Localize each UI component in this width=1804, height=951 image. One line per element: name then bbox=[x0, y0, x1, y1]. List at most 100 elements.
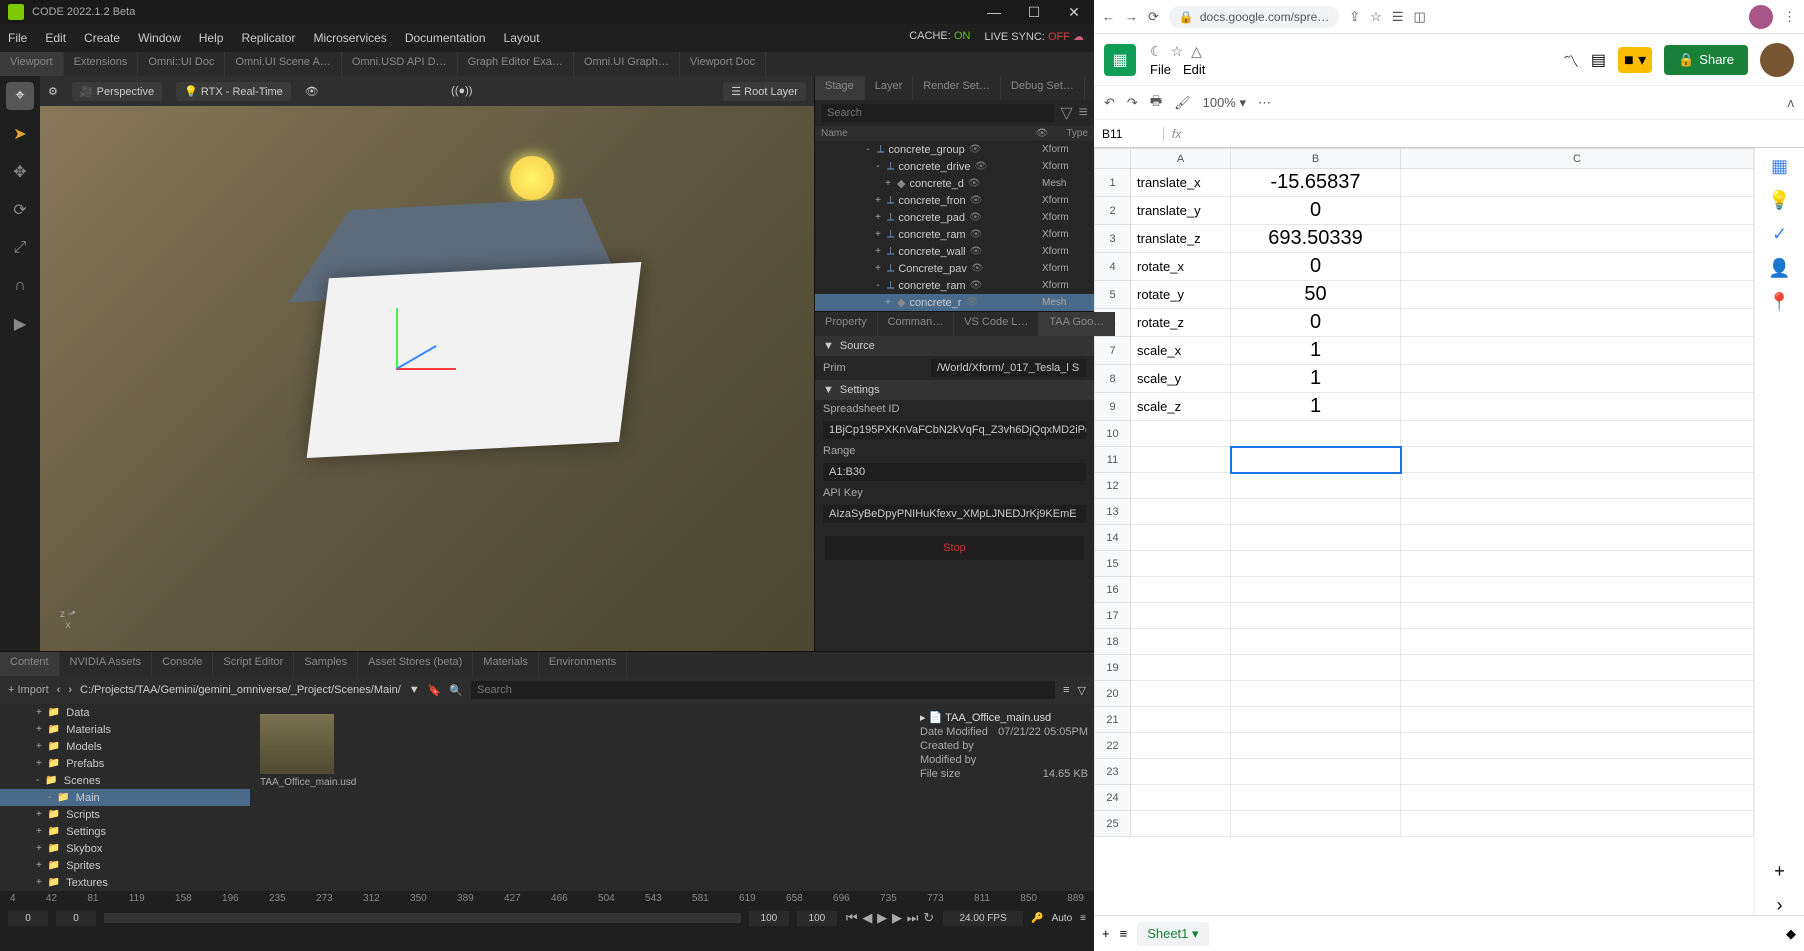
stage-node[interactable]: +◆concrete_d👁Mesh bbox=[815, 175, 1094, 192]
cell[interactable] bbox=[1401, 681, 1754, 707]
folder-node[interactable]: -📁Main bbox=[0, 789, 250, 806]
row-header[interactable]: 5 bbox=[1095, 281, 1131, 309]
menu-microservices[interactable]: Microservices bbox=[313, 31, 386, 45]
row-header[interactable]: 23 bbox=[1095, 759, 1131, 785]
loop-icon[interactable]: ↻ bbox=[923, 910, 934, 925]
redo-icon[interactable]: ↷ bbox=[1127, 95, 1138, 111]
cell[interactable] bbox=[1131, 629, 1231, 655]
tab-environments[interactable]: Environments bbox=[539, 652, 627, 676]
star-icon[interactable]: ☆ bbox=[1370, 9, 1382, 25]
cell[interactable] bbox=[1131, 759, 1231, 785]
cell[interactable] bbox=[1231, 629, 1401, 655]
cell[interactable] bbox=[1401, 253, 1754, 281]
cell[interactable]: 50 bbox=[1231, 281, 1401, 309]
settings-section[interactable]: ▼ Settings bbox=[815, 380, 1094, 400]
explore-icon[interactable]: 〽 bbox=[1563, 48, 1579, 72]
select-tool-icon[interactable]: ⌖ bbox=[6, 82, 34, 110]
collapse-toolbar-icon[interactable]: ʌ bbox=[1788, 95, 1795, 110]
cell[interactable] bbox=[1231, 525, 1401, 551]
cell[interactable]: translate_y bbox=[1131, 197, 1231, 225]
folder-node[interactable]: +📁Scripts bbox=[0, 806, 250, 823]
cell[interactable]: scale_z bbox=[1131, 393, 1231, 421]
cell[interactable] bbox=[1401, 629, 1754, 655]
cell[interactable]: rotate_x bbox=[1131, 253, 1231, 281]
cell[interactable] bbox=[1401, 281, 1754, 309]
tab-console[interactable]: Console bbox=[152, 652, 213, 676]
cursor-tool-icon[interactable]: ➤ bbox=[6, 120, 34, 148]
add-sheet-icon[interactable]: + bbox=[1102, 926, 1110, 941]
fps-display[interactable]: 24.00 FPS bbox=[943, 911, 1023, 926]
tab-viewport-doc[interactable]: Viewport Doc bbox=[680, 52, 766, 76]
cell[interactable] bbox=[1231, 785, 1401, 811]
cell[interactable] bbox=[1131, 707, 1231, 733]
folder-node[interactable]: +📁Materials bbox=[0, 721, 250, 738]
cell[interactable] bbox=[1401, 733, 1754, 759]
reading-list-icon[interactable]: ☰ bbox=[1392, 9, 1404, 25]
tab-vs-code-l-[interactable]: VS Code L… bbox=[954, 312, 1039, 336]
tab-debug-set-[interactable]: Debug Set… bbox=[1001, 76, 1085, 100]
audio-icon[interactable]: ((●)) bbox=[451, 85, 472, 97]
cell[interactable] bbox=[1131, 421, 1231, 447]
gear-icon[interactable]: ⚙ bbox=[48, 85, 58, 98]
tab-omni-ui-scene-a-[interactable]: Omni.UI Scene A… bbox=[225, 52, 341, 76]
stage-node[interactable]: +◆concrete_r👁Mesh bbox=[815, 294, 1094, 311]
stage-node[interactable]: -⟂concrete_ram👁Xform bbox=[815, 277, 1094, 294]
col-header[interactable]: B bbox=[1231, 149, 1401, 169]
cell[interactable] bbox=[1231, 421, 1401, 447]
goto-end-icon[interactable]: ⏭ bbox=[907, 910, 919, 925]
cell[interactable] bbox=[1231, 733, 1401, 759]
goto-start-icon[interactable]: ⏮ bbox=[846, 910, 858, 925]
cell[interactable] bbox=[1131, 525, 1231, 551]
prim-path[interactable]: /World/Xform/_017_Tesla_l S bbox=[931, 359, 1086, 377]
cell[interactable] bbox=[1131, 603, 1231, 629]
cell[interactable] bbox=[1401, 655, 1754, 681]
cell[interactable] bbox=[1401, 499, 1754, 525]
play-icon[interactable]: ▶ bbox=[877, 910, 887, 925]
zoom-selector[interactable]: 100% ▾ bbox=[1203, 95, 1246, 111]
row-header[interactable]: 4 bbox=[1095, 253, 1131, 281]
folder-node[interactable]: +📁Sprites bbox=[0, 857, 250, 874]
comment-icon[interactable]: ▤ bbox=[1591, 50, 1606, 70]
move-tool-icon[interactable]: ✥ bbox=[6, 158, 34, 186]
view-options-icon[interactable]: ≡ bbox=[1063, 684, 1069, 696]
cell[interactable] bbox=[1401, 707, 1754, 733]
dropdown-icon[interactable]: ▼ bbox=[409, 684, 420, 696]
row-header[interactable]: 21 bbox=[1095, 707, 1131, 733]
menu-file[interactable]: File bbox=[8, 31, 27, 45]
cell[interactable] bbox=[1401, 577, 1754, 603]
tab-render-set-[interactable]: Render Set… bbox=[913, 76, 1001, 100]
moon-icon[interactable]: ☾ bbox=[1150, 43, 1163, 60]
cell[interactable] bbox=[1401, 225, 1754, 253]
tab-materials[interactable]: Materials bbox=[473, 652, 539, 676]
row-header[interactable]: 14 bbox=[1095, 525, 1131, 551]
cell[interactable] bbox=[1401, 811, 1754, 837]
tab-asset-stores-beta-[interactable]: Asset Stores (beta) bbox=[358, 652, 473, 676]
menu-edit[interactable]: Edit bbox=[45, 31, 66, 45]
row-header[interactable]: 22 bbox=[1095, 733, 1131, 759]
cell[interactable] bbox=[1401, 197, 1754, 225]
paint-format-icon[interactable]: 🖌 bbox=[1174, 95, 1191, 111]
folder-tree[interactable]: +📁Data+📁Materials+📁Models+📁Prefabs-📁Scen… bbox=[0, 704, 250, 891]
nav-back-icon[interactable]: ‹ bbox=[57, 684, 61, 696]
stage-node[interactable]: +⟂concrete_fron👁Xform bbox=[815, 192, 1094, 209]
cell[interactable] bbox=[1231, 811, 1401, 837]
cell[interactable] bbox=[1401, 603, 1754, 629]
browser-menu-icon[interactable]: ⋮ bbox=[1783, 9, 1796, 25]
tab-extensions[interactable]: Extensions bbox=[64, 52, 139, 76]
minimize-button[interactable]: — bbox=[974, 0, 1014, 24]
folder-node[interactable]: +📁Skybox bbox=[0, 840, 250, 857]
tab-stage[interactable]: Stage bbox=[815, 76, 865, 100]
source-section[interactable]: ▼ Source bbox=[815, 336, 1094, 356]
tab-layer[interactable]: Layer bbox=[865, 76, 914, 100]
share-button[interactable]: 🔒 Share bbox=[1664, 45, 1748, 75]
breadcrumb-path[interactable]: C:/Projects/TAA/Gemini/gemini_omniverse/… bbox=[80, 684, 401, 696]
cell[interactable] bbox=[1401, 447, 1754, 473]
stage-search-input[interactable] bbox=[821, 104, 1054, 122]
cell[interactable] bbox=[1401, 759, 1754, 785]
filter-icon[interactable]: ▽ bbox=[1078, 684, 1086, 697]
maximize-button[interactable]: ☐ bbox=[1014, 0, 1054, 24]
cell[interactable]: 693.50339 bbox=[1231, 225, 1401, 253]
cell[interactable] bbox=[1131, 655, 1231, 681]
user-avatar[interactable] bbox=[1760, 43, 1794, 77]
hide-panel-icon[interactable]: › bbox=[1770, 895, 1790, 915]
